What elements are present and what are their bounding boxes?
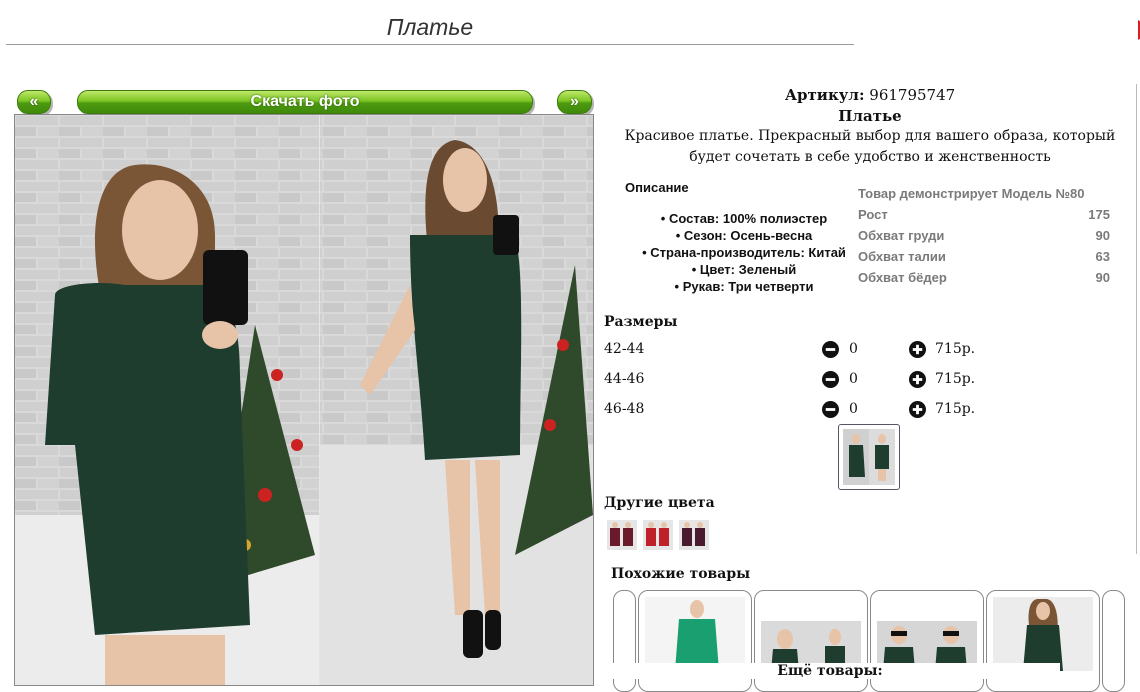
model-row-label: Обхват груди [858,228,945,243]
model-row: Обхват груди 90 [858,228,1110,249]
model-row-label: Обхват бёдер [858,270,947,285]
specs-list: Состав: 100% полиэстер Сезон: Осень-весн… [604,210,884,295]
size-price: 715р. [935,341,976,357]
similar-product-image [877,621,977,671]
model-row-value: 90 [1095,270,1110,285]
minus-circle-icon[interactable] [822,401,839,418]
size-row: 46-48 0 715р. [604,401,1004,421]
spec-item: Страна-производитель: Китай [604,244,884,261]
title-divider [6,44,854,45]
size-quantity: 0 [849,371,858,387]
model-row-label: Обхват талии [858,249,946,264]
sizes-heading: Размеры [604,314,678,330]
spec-item: Цвет: Зеленый [604,261,884,278]
more-goods-heading: Ещё товары: [600,663,1060,679]
size-price: 715р. [935,371,976,387]
panel-scrollbar[interactable] [1136,84,1140,554]
color-variant-thumbnail[interactable] [607,520,637,550]
plus-circle-icon[interactable] [909,341,926,358]
product-name: Платье [838,107,902,125]
size-label: 42-44 [604,341,645,357]
product-photo-image [15,115,593,685]
minus-circle-icon[interactable] [822,341,839,358]
minus-circle-icon[interactable] [822,371,839,388]
size-row: 44-46 0 715р. [604,371,1004,391]
size-label: 44-46 [604,371,645,387]
size-quantity: 0 [849,401,858,417]
size-price: 715р. [935,401,976,417]
size-label: 46-48 [604,401,645,417]
close-icon[interactable] [1128,16,1140,44]
similar-product-image [993,597,1093,671]
color-variant-thumbnail[interactable] [679,520,709,550]
model-measurements: Товар демонстрирует Модель №80 Рост 175 О… [858,186,1110,291]
selected-color-thumbnail[interactable] [838,424,900,490]
product-photo[interactable] [14,114,594,686]
similar-products-heading: Похожие товары [611,566,751,582]
color-variant-thumbnail[interactable] [643,520,673,550]
model-row-value: 90 [1095,228,1110,243]
spec-item: Сезон: Осень-весна [604,227,884,244]
similar-product-image [761,621,861,671]
model-title: Товар демонстрирует Модель №80 [858,186,1110,207]
article-value: 961795747 [869,86,956,104]
prev-photo-button[interactable]: « [17,90,51,114]
model-row-label: Рост [858,207,888,222]
article-line: Артикул: 961795747 [600,86,1140,104]
plus-circle-icon[interactable] [909,371,926,388]
model-title-text: Товар демонстрирует Модель №80 [858,186,1085,201]
model-row-value: 63 [1095,249,1110,264]
size-quantity: 0 [849,341,858,357]
spec-item: Рукав: Три четверти [604,278,884,295]
download-photo-button[interactable]: Скачать фото [77,90,533,114]
article-label: Артикул: [784,86,865,104]
page-title: Платье [386,14,474,40]
model-row-value: 175 [1088,207,1110,222]
model-row: Обхват бёдер 90 [858,270,1110,291]
spec-item: Состав: 100% полиэстер [604,210,884,227]
similar-product-image [645,597,745,671]
model-row: Обхват талии 63 [858,249,1110,270]
other-colors-heading: Другие цвета [604,495,715,511]
model-row: Рост 175 [858,207,1110,228]
size-row: 42-44 0 715р. [604,341,1004,361]
next-photo-button[interactable]: » [557,90,592,114]
specs-heading: Описание [625,180,689,195]
similar-carousel-next[interactable] [1102,590,1125,692]
plus-circle-icon[interactable] [909,401,926,418]
product-description: Красивое платье. Прекрасный выбор для ва… [624,128,1116,165]
